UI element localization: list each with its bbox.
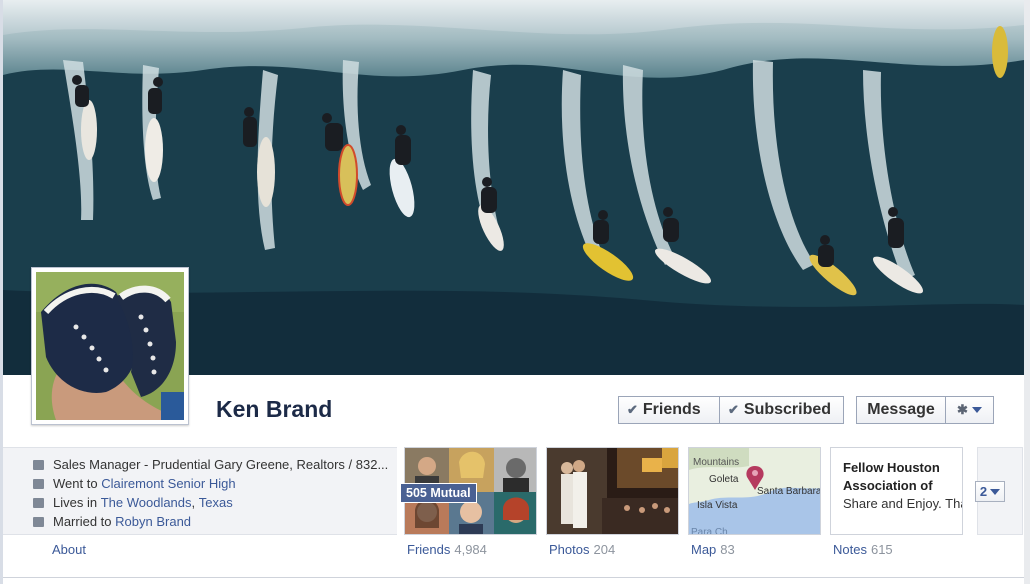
- notes-tile-label[interactable]: Notes 615: [833, 542, 893, 557]
- photos-preview-image: [547, 448, 678, 534]
- more-apps-count: 2: [979, 484, 988, 499]
- work-row: Sales Manager - Prudential Gary Greene, …: [33, 457, 388, 472]
- map-label-mountains: Mountains: [693, 457, 739, 468]
- notes-tile[interactable]: Fellow Houston Association of Share and …: [830, 447, 963, 535]
- map-tile[interactable]: Mountains Goleta Santa Barbara Isla Vist…: [688, 447, 821, 535]
- profile-name: Ken Brand: [216, 396, 333, 422]
- message-button[interactable]: Message: [856, 396, 946, 424]
- map-label-santa-barbara: Santa Barbara: [757, 486, 821, 497]
- chevron-down-icon: [971, 407, 982, 413]
- more-apps-button[interactable]: 2: [975, 481, 1005, 502]
- note-excerpt: Share and Enjoy. Tha: [843, 496, 963, 511]
- map-tile-label[interactable]: Map 83: [691, 542, 735, 557]
- chevron-down-icon: [990, 488, 1001, 495]
- city-comma: ,: [191, 495, 196, 510]
- photos-tile-label[interactable]: Photos 204: [549, 542, 615, 557]
- friends-button[interactable]: ✔ Friends: [618, 396, 719, 424]
- check-icon: ✔: [728, 402, 739, 417]
- divider: [3, 577, 1024, 578]
- message-button-label: Message: [867, 401, 935, 418]
- subscribed-button[interactable]: ✔ Subscribed: [719, 396, 844, 424]
- friends-button-label: Friends: [642, 401, 701, 418]
- lives-prefix: Lives in: [53, 495, 98, 510]
- map-label-goleta: Goleta: [709, 474, 739, 485]
- school-link[interactable]: Clairemont Senior High: [101, 476, 235, 491]
- profile-info-panel: Sales Manager - Prudential Gary Greene, …: [3, 447, 397, 535]
- spouse-link[interactable]: Robyn Brand: [115, 514, 191, 529]
- profile-picture-image: [36, 272, 184, 420]
- mutual-friends-badge[interactable]: 505 Mutual: [400, 483, 477, 503]
- friends-tile-label[interactable]: Friends 4,984: [407, 542, 487, 557]
- map-count: 83: [720, 542, 735, 557]
- subscribed-button-label: Subscribed: [743, 401, 832, 418]
- settings-dropdown-button[interactable]: ✱: [945, 396, 994, 424]
- photos-count: 204: [593, 542, 616, 557]
- photos-tile[interactable]: [546, 447, 679, 535]
- profile-picture[interactable]: [31, 267, 189, 425]
- friends-label: Friends: [407, 542, 451, 557]
- notes-count: 615: [870, 542, 893, 557]
- check-icon: ✔: [627, 402, 638, 417]
- city-link[interactable]: The Woodlands: [101, 495, 192, 510]
- note-title: Fellow Houston Association of: [843, 460, 940, 493]
- map-label-para-ch: Para Ch: [691, 527, 728, 535]
- work-text: Sales Manager - Prudential Gary Greene, …: [53, 457, 389, 472]
- gear-icon: ✱: [957, 402, 968, 417]
- home-icon: [33, 497, 44, 508]
- briefcase-icon: [33, 459, 44, 470]
- married-row: Married to Robyn Brand: [33, 514, 191, 529]
- about-link[interactable]: About: [52, 542, 86, 557]
- page-edge: [1024, 0, 1030, 584]
- map-label-isla-vista: Isla Vista: [697, 500, 738, 511]
- notes-label: Notes: [833, 542, 867, 557]
- map-preview-image: Mountains Goleta Santa Barbara Isla Vist…: [689, 448, 821, 535]
- friends-count: 4,984: [454, 542, 487, 557]
- school-row: Went to Clairemont Senior High: [33, 476, 236, 491]
- state-link[interactable]: Texas: [199, 495, 233, 510]
- heart-icon: [33, 516, 44, 527]
- photos-label: Photos: [549, 542, 590, 557]
- lives-row: Lives in The Woodlands, Texas: [33, 495, 233, 510]
- graduation-cap-icon: [33, 478, 44, 489]
- married-prefix: Married to: [53, 514, 112, 529]
- school-prefix: Went to: [53, 476, 98, 491]
- map-label: Map: [691, 542, 717, 557]
